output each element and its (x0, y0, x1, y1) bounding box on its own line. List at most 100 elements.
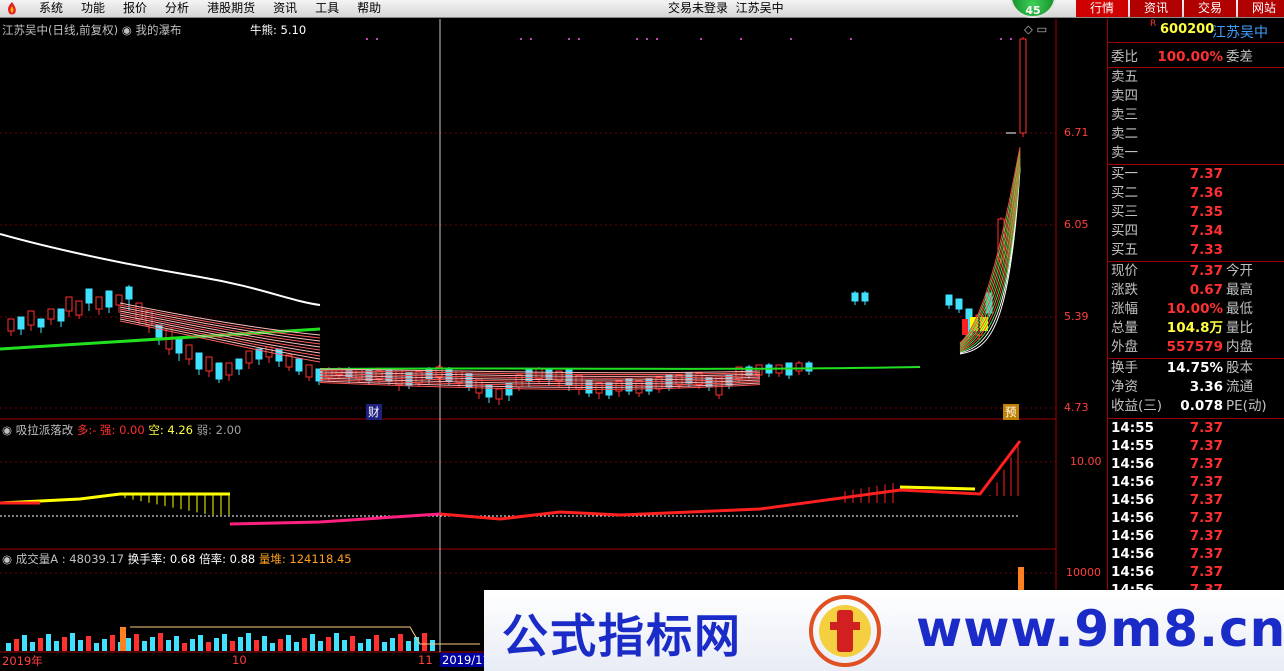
chart-settings-icon[interactable]: ◇ ▭ (1024, 22, 1047, 36)
chart-canvas[interactable] (0, 19, 1057, 671)
sub1-qiang: 强: 0.00 (100, 423, 145, 437)
sell-3-label: 卖三 (1111, 107, 1138, 123)
volume-bar (406, 641, 411, 651)
tick-price: 7.37 (1189, 510, 1223, 526)
volume-bar (326, 637, 331, 651)
candle-body (805, 362, 813, 372)
main-chart-header: 江苏吴中(日线,前复权) ◉ 我的瀑布 (2, 22, 182, 38)
menu-analysis[interactable]: 分析 (156, 0, 198, 17)
volume-bar (54, 641, 59, 651)
kline-chart-area[interactable]: 江苏吴中(日线,前复权) ◉ 我的瀑布 牛熊: 5.10 ◇ ▭ 财 预 ◉ 吸… (0, 19, 1057, 671)
stat2-row-nav: 净资 3.36 流通 (1108, 378, 1284, 397)
login-status: 交易未登录 江苏吴中 (668, 0, 784, 17)
sell-4-row: 卖四 (1108, 87, 1284, 106)
sub1-toggle-icon[interactable]: ◉ (2, 423, 12, 437)
top-marker-dot (1010, 38, 1012, 40)
notification-badge[interactable]: 45 (1010, 0, 1056, 18)
menu-news[interactable]: 资讯 (264, 0, 306, 17)
volume-value[interactable]: 成交量A : 48039.17 (16, 552, 124, 566)
candle-body (215, 362, 223, 380)
volume-bar (158, 633, 163, 651)
price-gridlines (0, 132, 1056, 574)
sub1-title[interactable]: 吸拉派落改 (16, 423, 74, 437)
volume-bar (422, 633, 427, 651)
tick-time: 14:55 (1111, 420, 1154, 436)
candle-body (235, 358, 243, 370)
candle-body (47, 308, 55, 320)
top-marker-dot (1000, 38, 1002, 40)
forecast-marker[interactable]: 预 (1003, 404, 1019, 420)
tick-time: 14:56 (1111, 546, 1154, 562)
price-label-6-71: 6.71 (1064, 126, 1089, 139)
top-marker-dot (646, 38, 648, 40)
volume-bar (86, 636, 91, 651)
tick-time: 14:56 (1111, 510, 1154, 526)
menu-hk-futures[interactable]: 港股期货 (198, 0, 264, 17)
volume-bar (278, 639, 283, 651)
menu-function[interactable]: 功能 (72, 0, 114, 17)
volume-bar (30, 642, 35, 651)
menu-system[interactable]: 系统 (30, 0, 72, 17)
stat-row-pct: 涨幅 10.00% 最低 (1108, 300, 1284, 319)
candle-body (295, 358, 303, 372)
price-label-5-39: 5.39 (1064, 310, 1089, 323)
menu-tools[interactable]: 工具 (306, 0, 348, 17)
candle-body (75, 300, 83, 316)
tick-time: 14:56 (1111, 474, 1154, 490)
chart-title: 江苏吴中(日线,前复权) (2, 23, 119, 37)
candle-body (85, 288, 93, 304)
menu-quote[interactable]: 报价 (114, 0, 156, 17)
candle-body (57, 308, 65, 322)
candle-body (185, 344, 193, 360)
volume-bar (342, 640, 347, 651)
candle-body (95, 296, 103, 310)
volume-bar (246, 633, 251, 651)
sell-5-row: 卖五 (1108, 68, 1284, 87)
tick-price: 7.37 (1189, 474, 1223, 490)
tick-row: 14:56 7.37 (1108, 545, 1284, 564)
signal-bar-red (962, 319, 968, 335)
sub2-axis-label: 10000 (1066, 566, 1101, 579)
buy-3-price: 7.35 (1189, 204, 1223, 220)
sub2-toggle-icon[interactable]: ◉ (2, 552, 12, 566)
trade-status-text: 交易未登录 (668, 1, 729, 15)
stat-value: 104.8万 (1166, 320, 1223, 336)
menu-help[interactable]: 帮助 (348, 0, 390, 17)
candle-body (225, 362, 233, 376)
volume-bar (190, 639, 195, 651)
sub1-line-yellow-2 (899, 485, 976, 491)
sell-4-label: 卖四 (1111, 88, 1138, 104)
candle-body (7, 318, 15, 332)
indicator-name[interactable]: 我的瀑布 (136, 23, 182, 37)
buy-1-row: 买一 7.37 (1108, 165, 1284, 184)
sub1-line-main (439, 440, 1022, 521)
volume-bar (142, 641, 147, 651)
indicator-toggle-icon[interactable]: ◉ (122, 23, 132, 37)
tab-market[interactable]: 行情 (1076, 0, 1128, 17)
sell-2-label: 卖二 (1111, 126, 1138, 142)
tab-website[interactable]: 网站 (1238, 0, 1284, 17)
sell-2-row: 卖二 (1108, 125, 1284, 144)
candle-body (17, 316, 25, 330)
tick-row: 14:55 7.37 (1108, 419, 1284, 438)
tab-news[interactable]: 资讯 (1130, 0, 1182, 17)
stat-right-label: 内盘 (1226, 339, 1253, 355)
stock-name: 江苏吴中 (1212, 25, 1268, 41)
stat-right-label: 今开 (1226, 263, 1253, 279)
volume-bar-highlight (120, 627, 126, 651)
sub1-ruo: 弱: 2.00 (196, 423, 242, 437)
volume-bar (126, 638, 131, 651)
stock-code-header: R 600200 江苏吴中 (1108, 19, 1284, 43)
buy-1-label: 买一 (1111, 166, 1138, 182)
sell-5-label: 卖五 (1111, 69, 1138, 85)
buy-4-row: 买四 7.34 (1108, 222, 1284, 241)
stat-right-label: 最低 (1226, 301, 1253, 317)
top-marker-dot (700, 38, 702, 40)
sub1-kong: 空: 4.26 (148, 423, 193, 437)
candle-body (755, 364, 763, 376)
volume-bar (382, 642, 387, 651)
financial-report-marker[interactable]: 财 (366, 404, 382, 420)
top-marker-dot (850, 38, 852, 40)
candle-body (675, 374, 683, 386)
tab-trade[interactable]: 交易 (1184, 0, 1236, 17)
